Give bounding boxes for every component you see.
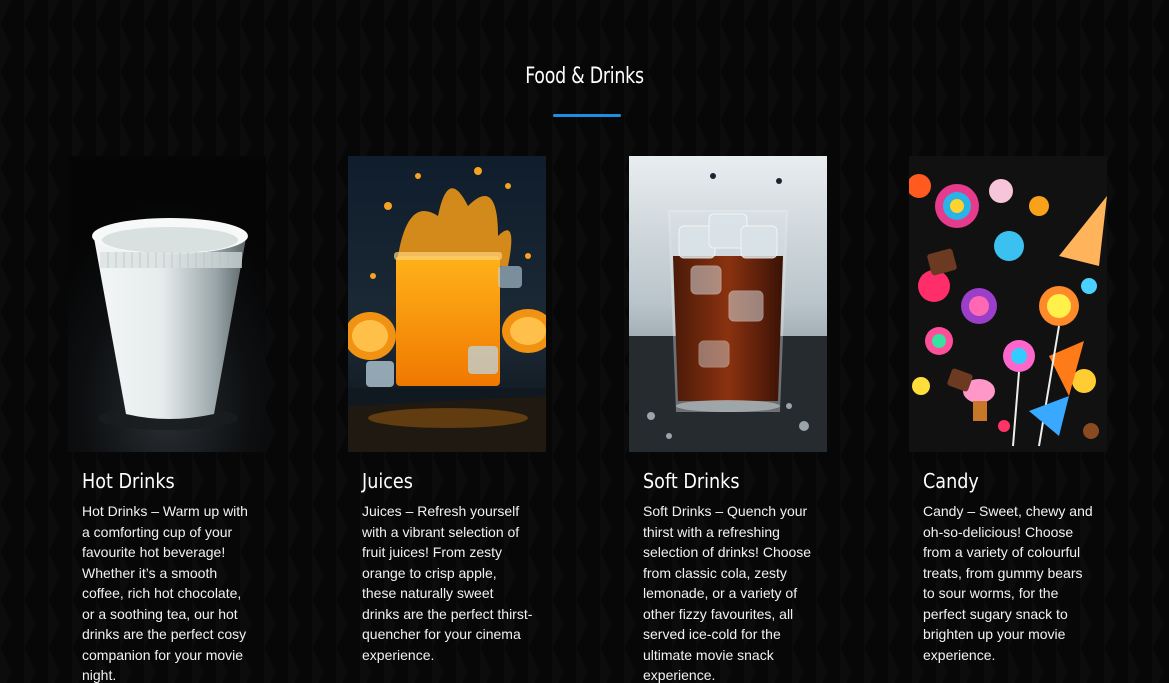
juices-image [348,156,546,452]
section-title: Food & Drinks [525,64,644,89]
hot-drinks-image [68,156,266,452]
card-description: Soft Drinks – Quench your thirst with a … [643,503,812,683]
card-soft-drinks: Soft Drinks Soft Drinks – Quench your th… [629,156,827,683]
card-title: Hot Drinks [82,469,175,493]
card-description: Juices – Refresh yourself with a vibrant… [362,503,533,663]
card-description: Candy – Sweet, chewy and oh-so-delicious… [923,503,1093,663]
card-hot-drinks: Hot Drinks Hot Drinks – Warm up with a c… [68,156,266,683]
card-title: Candy [923,469,979,493]
card-title: Soft Drinks [643,469,740,493]
soft-drinks-image [629,156,827,452]
title-underline [553,114,621,117]
candy-image [909,156,1107,452]
card-candy: Candy Candy – Sweet, chewy and oh-so-del… [909,156,1107,665]
card-description: Hot Drinks – Warm up with a comforting c… [82,503,248,683]
card-juices: Juices Juices – Refresh yourself with a … [348,156,546,665]
card-title: Juices [362,469,413,493]
